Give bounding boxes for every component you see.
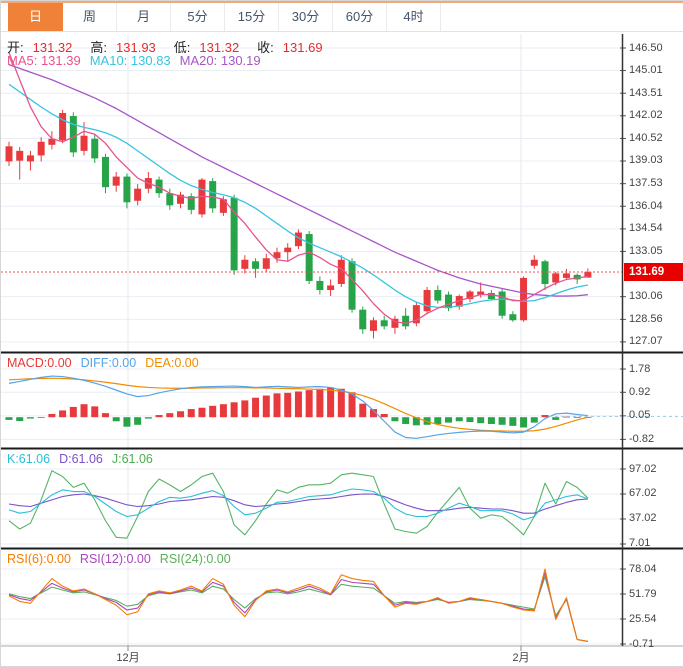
ma-value: MA10: 130.83: [90, 53, 171, 68]
y-axis-tick-label: 37.02: [629, 512, 657, 524]
y-axis-tick-label: 128.56: [629, 313, 663, 325]
rsi-value: RSI(24):0.00: [160, 552, 231, 566]
rsi-value: RSI(12):0.00: [80, 552, 151, 566]
y-axis-tick-label: 146.50: [629, 42, 663, 54]
y-axis-tick-label: 137.53: [629, 177, 663, 189]
y-axis-tick-label: 134.54: [629, 222, 663, 234]
ma-value: MA5: 131.39: [7, 53, 81, 68]
kdj-readout: K:61.06 D:61.06 J:61.06: [7, 452, 162, 466]
ma-value: MA20: 130.19: [180, 53, 261, 68]
y-axis-tick-label: 7.01: [629, 537, 650, 549]
stock-chart-app: 日周月5分15分30分60分4时 开:131.32高:131.93低:131.3…: [0, 0, 684, 667]
y-axis-tick-label: 145.01: [629, 64, 663, 76]
y-axis-tick-label: 97.02: [629, 463, 657, 475]
y-axis-tick-label: 67.02: [629, 487, 657, 499]
y-axis-tick-label: 0.92: [629, 386, 650, 398]
y-axis-tick-label: 143.51: [629, 87, 663, 99]
kdj-value: K:61.06: [7, 452, 50, 466]
y-axis-tick-label: 140.52: [629, 132, 663, 144]
period-tab-3[interactable]: 月: [117, 3, 171, 31]
macd-readout: MACD:0.00 DIFF:0.00 DEA:0.00: [7, 356, 208, 370]
y-axis-tick-label: 133.05: [629, 245, 663, 257]
period-tab-1[interactable]: 日: [8, 3, 63, 31]
period-tabbar: 日周月5分15分30分60分4时: [1, 1, 683, 32]
y-axis-tick-label: -0.71: [629, 638, 654, 650]
macd-value: DIFF:0.00: [81, 356, 137, 370]
rsi-value: RSI(6):0.00: [7, 552, 71, 566]
y-axis-tick-label: 130.06: [629, 290, 663, 302]
kdj-value: J:61.06: [112, 452, 153, 466]
y-axis-tick-label: 127.07: [629, 335, 663, 347]
x-axis-label: 2月: [512, 649, 529, 665]
period-tab-5[interactable]: 15分: [225, 3, 279, 31]
y-axis-tick-label: 142.02: [629, 109, 663, 121]
y-axis-tick-label: -0.82: [629, 433, 654, 445]
period-tab-4[interactable]: 5分: [171, 3, 225, 31]
x-axis-label: 12月: [116, 649, 139, 665]
macd-value: MACD:0.00: [7, 356, 72, 370]
y-axis-tick-label: 51.79: [629, 588, 657, 600]
period-tab-7[interactable]: 60分: [333, 3, 387, 31]
y-axis-tick-label: 1.78: [629, 363, 650, 375]
y-axis-tick-label: 78.04: [629, 563, 657, 575]
last-price-tag: 131.69: [624, 263, 683, 281]
chart-canvas[interactable]: [1, 1, 684, 667]
period-tab-8[interactable]: 4时: [387, 3, 441, 31]
period-tab-6[interactable]: 30分: [279, 3, 333, 31]
y-axis-tick-label: 25.54: [629, 613, 657, 625]
ma-readout: MA5: 131.39 MA10: 130.83 MA20: 130.19: [7, 53, 270, 68]
macd-value: DEA:0.00: [145, 356, 199, 370]
y-axis-tick-label: 136.04: [629, 200, 663, 212]
kdj-value: D:61.06: [59, 452, 103, 466]
rsi-readout: RSI(6):0.00 RSI(12):0.00 RSI(24):0.00: [7, 552, 240, 566]
y-axis-tick-label: 0.05: [629, 409, 650, 421]
period-tab-2[interactable]: 周: [63, 3, 117, 31]
y-axis-tick-label: 139.03: [629, 154, 663, 166]
